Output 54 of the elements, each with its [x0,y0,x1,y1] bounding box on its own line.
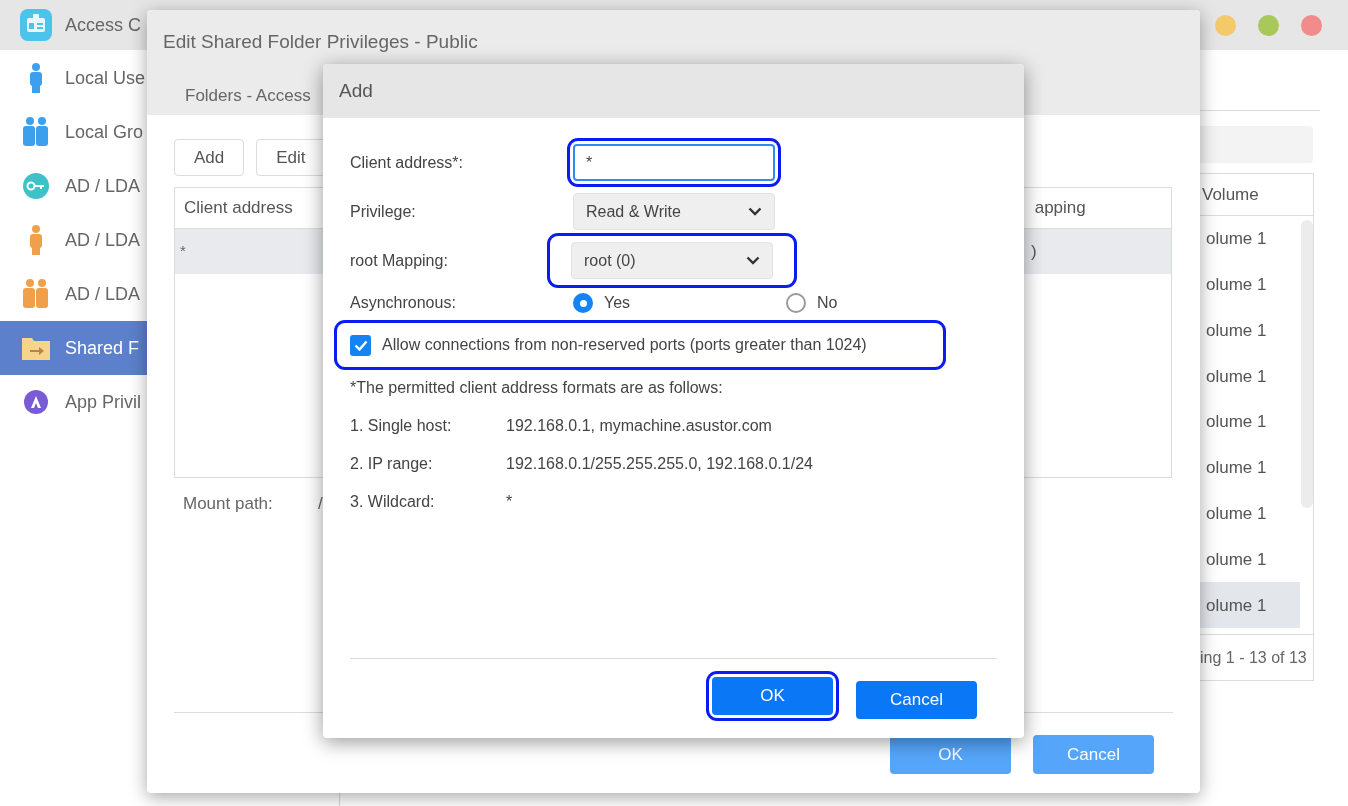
dialog-button[interactable]: OK [712,677,833,715]
field-label: Asynchronous: [350,293,457,313]
sidebar-item[interactable]: Shared F [0,321,147,375]
dialog-button[interactable]: Cancel [856,681,977,719]
scrollbar[interactable] [1301,220,1313,508]
folder-icon [22,336,50,360]
sidebar-item[interactable]: AD / LDA [0,267,147,321]
checkbox[interactable]: Allow connections from non-reserved ports (ports greater than 1024) [350,333,867,357]
close-icon[interactable] [1301,14,1322,36]
app-title: Access C [65,13,142,37]
chevron-down-icon [748,207,762,216]
sidebar-item[interactable]: Local Gro [0,105,147,159]
sidebar-item[interactable]: AD / LDA [0,159,147,213]
dropdown[interactable]: Read & Write [573,193,775,230]
toolbar-button[interactable]: Add [174,139,245,176]
input-field[interactable]: * [573,144,775,181]
radio-button[interactable]: No [786,291,838,315]
column-header: Client address [184,197,293,220]
search-field[interactable] [1200,126,1313,163]
pagination-text: ing 1 - 13 of 13 [1200,647,1307,668]
chevron-down-icon [746,256,760,265]
toolbar-button[interactable]: Edit [256,139,326,176]
maximize-icon[interactable] [1258,14,1279,36]
window-title: Edit Shared Folder Privileges - Public [162,30,478,54]
radio-button[interactable]: Yes [573,291,786,315]
field-label: 2. IP range: [350,454,434,474]
people-icon [23,117,49,147]
field-label: 1. Single host: [350,416,453,436]
table-row[interactable]: olume 1 [1200,582,1300,629]
person-icon [28,225,44,255]
id-card-icon [19,8,53,42]
key-icon [22,172,50,200]
column-header: apping [1034,197,1086,220]
field-value: 192.168.0.1/255.255.255.0, 192.168.0.1/24 [506,454,813,474]
check-icon [353,339,368,351]
dropdown[interactable]: root (0) [571,242,773,279]
tab[interactable]: Folders - Access [185,82,311,108]
note-text: *The permitted client address formats are as follows: [350,378,723,398]
field-label: Client address*: [350,152,464,173]
sidebar-item[interactable]: Local Use [0,51,147,105]
field-label: root Mapping: [350,250,449,271]
field-label: Privilege: [350,201,417,222]
person-icon [28,63,44,93]
field-value: / [318,493,323,515]
field-value: * [506,492,513,512]
field-value: 192.168.0.1, mymachine.asustor.com [506,416,772,436]
field-label: Mount path: [183,493,274,515]
app-icon [23,389,49,415]
dialog-title: Add [339,78,373,103]
minimize-icon[interactable] [1215,14,1236,36]
field-label: 3. Wildcard: [350,492,436,512]
sidebar-item[interactable]: AD / LDA [0,213,147,267]
sidebar-item[interactable]: App Privil [0,375,147,429]
people-icon [23,279,49,309]
